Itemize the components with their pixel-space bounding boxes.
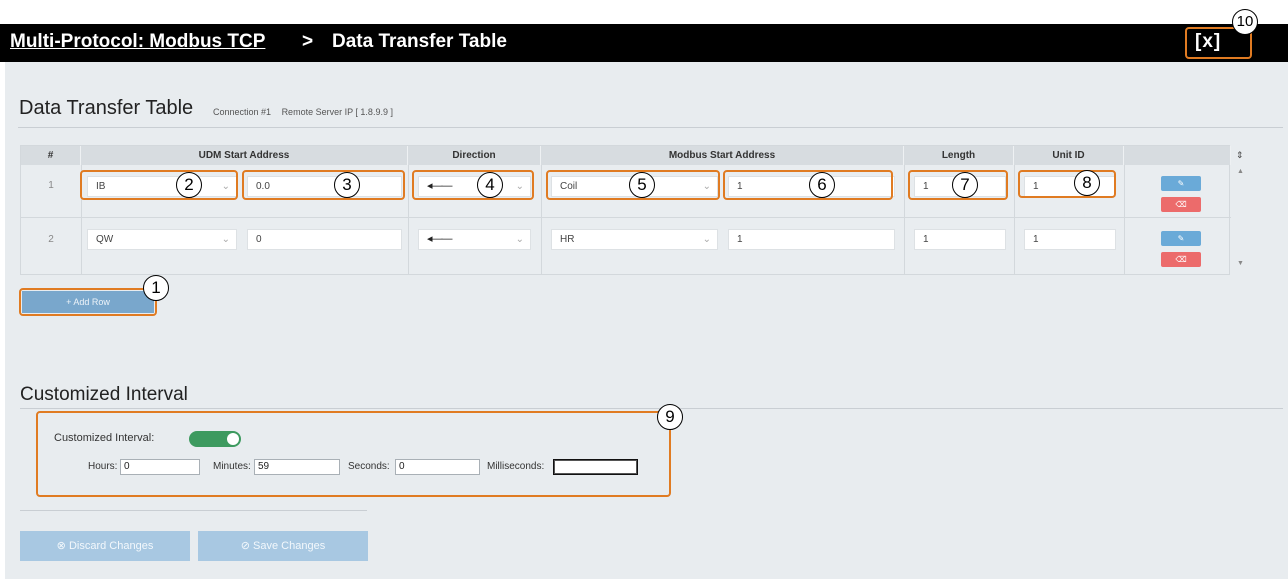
row-number: 1 [48,180,54,191]
main-panel [5,62,1288,579]
modbus-type-select[interactable]: HR ⌄ [551,229,718,250]
direction-select[interactable]: ◂—— ⌄ [418,229,531,250]
save-changes-button[interactable]: ⊘ Save Changes [198,531,368,561]
direction-arrow-icon: ◂—— [427,233,453,245]
col-header-index: # [21,146,81,165]
udm-type-select[interactable]: IB ⌄ [87,176,237,197]
udm-address-input[interactable]: 0 [247,229,402,250]
callout-marker: 5 [629,172,655,198]
seconds-input[interactable]: 0 [395,459,480,475]
trash-icon: ⌫ [1175,200,1187,209]
discard-changes-button[interactable]: ⊗ Discard Changes [20,531,190,561]
interval-section-title: Customized Interval [20,384,188,405]
direction-select[interactable]: ◂—— ⌄ [418,176,531,197]
col-header-length: Length [904,146,1014,165]
delete-row-button[interactable]: ⌫ [1161,252,1201,267]
edit-row-button[interactable]: ✎ [1161,176,1201,191]
milliseconds-input[interactable] [553,459,638,475]
chevron-down-icon: ⌄ [515,234,524,245]
connection-info: Connection #1 Remote Server IP [ 1.8.9.9… [213,107,401,117]
chevron-down-icon: ⌄ [221,181,230,192]
remote-ip-label: Remote Server IP [ 1.8.9.9 ] [281,107,393,117]
callout-marker: 7 [952,172,978,198]
row-number: 2 [48,234,54,245]
callout-marker: 8 [1074,170,1100,196]
page-title: Data Transfer Table [332,31,507,52]
callout-marker: 10 [1232,9,1258,35]
callout-marker: 4 [477,172,503,198]
minutes-input[interactable]: 59 [254,459,340,475]
scroll-up-arrow-icon[interactable]: ▲ [1237,168,1244,175]
col-header-actions [1124,146,1231,165]
chevron-down-icon: ⌄ [702,234,711,245]
title-bar: Multi-Protocol: Modbus TCP > Data Transf… [0,24,1288,62]
modbus-type-value: Coil [560,181,578,192]
callout-marker: 3 [334,172,360,198]
unit-id-input[interactable]: 1 [1024,229,1116,250]
section-title: Data Transfer Table [19,97,194,119]
column-divider [541,165,542,275]
callout-marker: 1 [143,275,169,301]
chevron-down-icon: ⌄ [515,181,524,192]
modbus-address-input[interactable]: 1 [728,229,895,250]
close-button[interactable]: [x] [1193,31,1223,53]
col-header-modbus-start-address: Modbus Start Address [541,146,904,165]
udm-type-value: IB [96,181,106,192]
row-divider [21,217,1231,218]
trash-icon: ⌫ [1175,255,1187,264]
callout-marker: 2 [176,172,202,198]
divider [20,408,1283,409]
connection-label: Connection #1 [213,107,272,117]
col-header-direction: Direction [408,146,541,165]
column-divider [904,165,905,275]
breadcrumb-app-link[interactable]: Multi-Protocol: Modbus TCP [10,31,265,53]
direction-arrow-icon: ◂—— [427,180,453,192]
edit-row-button[interactable]: ✎ [1161,231,1201,246]
chevron-down-icon: ⌄ [702,181,711,192]
minutes-label: Minutes: [213,461,251,472]
scroll-down-arrow-icon[interactable]: ▼ [1237,260,1244,267]
column-divider [408,165,409,275]
toggle-knob [227,433,239,445]
length-input[interactable]: 1 [914,229,1006,250]
callout-marker: 6 [809,172,835,198]
breadcrumb-separator: > [302,31,314,52]
column-divider [1014,165,1015,275]
unit-id-input[interactable]: 1 [1024,176,1116,197]
udm-type-select[interactable]: QW ⌄ [87,229,237,250]
col-header-udm-start-address: UDM Start Address [81,146,408,165]
seconds-label: Seconds: [348,461,390,472]
add-row-button[interactable]: + Add Row [22,291,154,313]
callout-marker: 9 [657,404,683,430]
chevron-down-icon: ⌄ [221,234,230,245]
edit-icon: ✎ [1177,179,1185,188]
interval-toggle-switch[interactable] [189,431,241,447]
hours-input[interactable]: 0 [120,459,200,475]
data-transfer-table: # UDM Start Address Direction Modbus Sta… [20,145,1231,275]
modbus-type-value: HR [560,234,575,245]
milliseconds-label: Milliseconds: [487,461,545,472]
divider [18,127,1283,128]
edit-icon: ✎ [1177,234,1185,243]
column-divider [1124,165,1125,275]
interval-toggle-label: Customized Interval: [54,432,155,444]
sort-icon[interactable]: ⇕ [1236,150,1244,161]
delete-row-button[interactable]: ⌫ [1161,197,1201,212]
hours-label: Hours: [88,461,118,472]
col-header-unit-id: Unit ID [1014,146,1124,165]
udm-type-value: QW [96,234,114,245]
divider [20,510,367,511]
udm-address-input[interactable]: 0.0 [247,176,402,197]
column-divider [81,165,82,275]
